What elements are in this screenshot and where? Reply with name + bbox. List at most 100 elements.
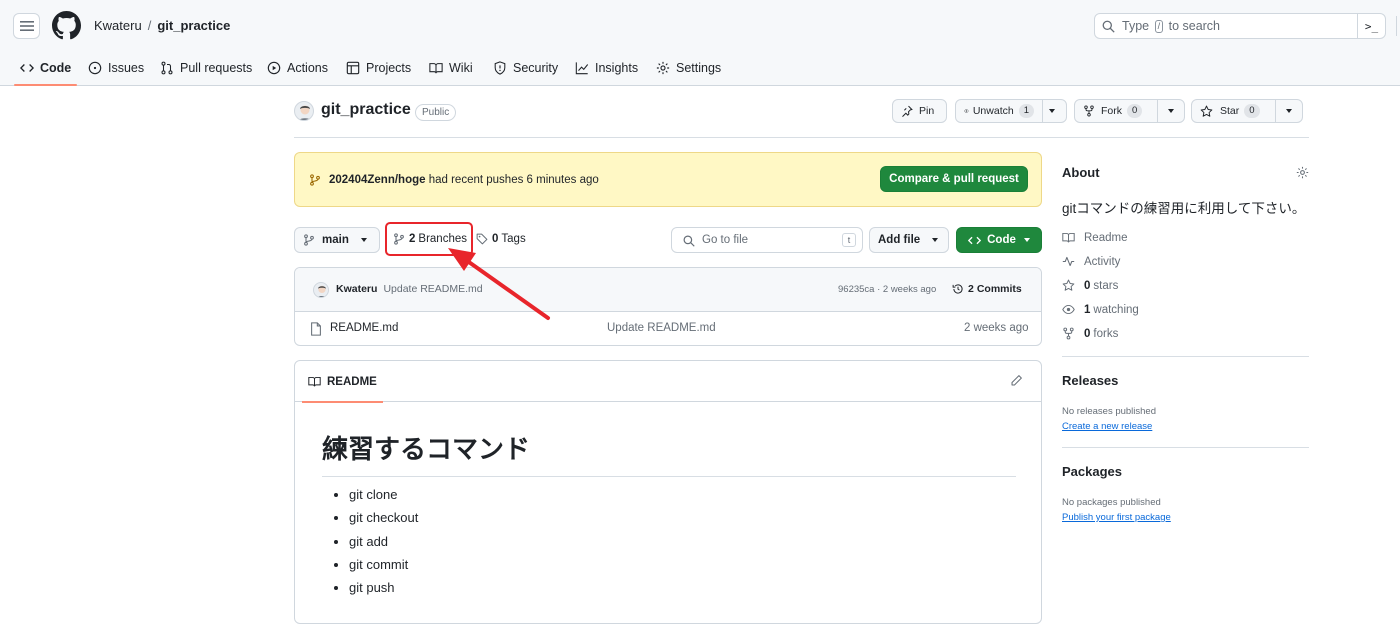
branch-icon — [310, 174, 320, 186]
global-header: Kwateru / git_practice Type / to search >_… — [0, 0, 1400, 86]
watch-counter: 1 — [1018, 104, 1034, 118]
tab-projects[interactable]: Projects — [346, 50, 411, 86]
search-input[interactable]: Type / to search >_ — [1094, 13, 1386, 39]
shield-icon — [494, 61, 506, 75]
create-release-link[interactable]: Create a new release — [1062, 421, 1152, 432]
star-label: Star — [1220, 105, 1240, 117]
code-icon — [20, 64, 34, 72]
hamburger-icon — [19, 21, 34, 31]
go-to-file-input[interactable]: Go to file t — [671, 227, 863, 253]
tab-settings[interactable]: Settings — [656, 50, 721, 86]
list-item: git add — [349, 532, 418, 555]
repo-title[interactable]: git_practice — [321, 101, 411, 119]
avatar-image — [317, 285, 327, 297]
pencil-icon[interactable] — [1010, 374, 1023, 387]
code-button[interactable]: Code — [956, 227, 1042, 253]
command-palette-button[interactable]: >_ — [1357, 14, 1385, 38]
fork-dropdown[interactable] — [1157, 100, 1184, 122]
tags-link[interactable]: 0 Tags — [476, 233, 526, 245]
readme-panel: README 練習するコマンド git clone git checkout g… — [294, 360, 1042, 624]
github-logo-icon[interactable] — [52, 11, 81, 40]
sidebar-divider — [1062, 356, 1309, 357]
compare-pull-request-button[interactable]: Compare & pull request — [880, 166, 1028, 192]
branch-selector[interactable]: main — [294, 227, 380, 253]
pin-label: Pin — [919, 105, 935, 117]
banner-text: 202404Zenn/hoge had recent pushes 6 minu… — [329, 174, 599, 186]
commit-author[interactable]: Kwateru — [336, 283, 377, 295]
search-suffix: to search — [1168, 19, 1221, 33]
tab-wiki[interactable]: Wiki — [429, 50, 473, 86]
list-item: git checkout — [349, 508, 418, 531]
packages-title[interactable]: Packages — [1062, 464, 1122, 479]
commit-meta[interactable]: 96235ca · 2 weeks ago — [838, 284, 936, 295]
annotation-highlight-box — [385, 222, 473, 256]
repo-link[interactable]: git_practice — [157, 18, 230, 33]
stars-link[interactable]: 0 stars — [1062, 279, 1118, 292]
readme-tab[interactable]: README — [302, 361, 383, 403]
avatar-image — [299, 105, 311, 120]
watching-link[interactable]: 1 watching — [1062, 303, 1139, 316]
tab-insights[interactable]: Insights — [575, 50, 638, 86]
unwatch-main[interactable]: Unwatch 1 — [956, 100, 1042, 122]
star-main[interactable]: Star 0 — [1192, 100, 1275, 122]
book-icon — [429, 63, 443, 74]
fork-counter: 0 — [1127, 104, 1143, 118]
menu-button[interactable] — [13, 13, 40, 39]
readme-link-label: Readme — [1084, 231, 1128, 244]
pin-button[interactable]: Pin — [892, 99, 947, 123]
unwatch-dropdown[interactable] — [1042, 100, 1061, 122]
fork-main[interactable]: Fork 0 — [1075, 100, 1157, 122]
sidebar-divider — [1062, 447, 1309, 448]
pin-icon — [902, 105, 913, 117]
star-button[interactable]: Star 0 — [1191, 99, 1303, 123]
file-commit-message[interactable]: Update README.md — [607, 322, 716, 334]
eye-icon — [964, 109, 969, 113]
commit-message[interactable]: Update README.md — [383, 283, 482, 295]
tab-pull-requests[interactable]: Pull requests — [160, 50, 252, 86]
chevron-down-icon — [1049, 109, 1055, 113]
releases-title[interactable]: Releases — [1062, 373, 1118, 388]
tab-pull-requests-label: Pull requests — [180, 61, 253, 75]
file-table: Kwateru Update README.md 96235ca · 2 week… — [294, 267, 1042, 346]
pulse-icon — [1062, 256, 1075, 267]
tags-count: 0 — [492, 233, 499, 245]
readme-header: README — [295, 361, 1041, 403]
banner-message: had recent pushes 6 minutes ago — [428, 174, 599, 186]
activity-link[interactable]: Activity — [1062, 255, 1120, 268]
forks-label: forks — [1093, 327, 1119, 340]
forks-link[interactable]: 0 forks — [1062, 327, 1118, 340]
owner-avatar[interactable] — [294, 101, 314, 121]
unwatch-button[interactable]: Unwatch 1 — [955, 99, 1067, 123]
tab-wiki-label: Wiki — [449, 61, 473, 75]
commits-link[interactable]: 2 Commits — [952, 283, 1022, 295]
tab-actions[interactable]: Actions — [267, 50, 328, 86]
tab-actions-label: Actions — [287, 61, 328, 75]
tab-security[interactable]: Security — [493, 50, 558, 86]
pushed-branch-name[interactable]: 202404Zenn/hoge — [329, 174, 426, 186]
gear-icon[interactable] — [1296, 166, 1309, 179]
readme-link[interactable]: Readme — [1062, 231, 1127, 244]
activity-link-label: Activity — [1084, 255, 1121, 268]
chevron-down-icon — [932, 238, 939, 242]
add-file-button[interactable]: Add file — [869, 227, 949, 253]
tab-code-label: Code — [40, 61, 72, 75]
fork-button[interactable]: Fork 0 — [1074, 99, 1185, 123]
eye-icon — [1062, 304, 1075, 315]
readme-tab-label: README — [327, 375, 377, 388]
graph-icon — [575, 62, 589, 75]
star-dropdown[interactable] — [1275, 100, 1302, 122]
book-icon — [1062, 232, 1075, 243]
list-item: git commit — [349, 555, 418, 578]
publish-package-link[interactable]: Publish your first package — [1062, 512, 1171, 523]
file-icon — [311, 322, 321, 336]
commit-author-avatar[interactable] — [313, 282, 329, 298]
tab-issues[interactable]: Issues — [88, 50, 144, 86]
table-icon — [346, 61, 360, 75]
file-name[interactable]: README.md — [330, 322, 398, 334]
tab-code[interactable]: Code — [13, 50, 78, 86]
code-button-label: Code — [987, 234, 1016, 246]
owner-link[interactable]: Kwateru — [94, 18, 142, 33]
repo-header-divider — [294, 137, 1309, 138]
latest-commit-text: Kwateru Update README.md — [336, 283, 483, 295]
fork-icon — [1063, 327, 1074, 340]
